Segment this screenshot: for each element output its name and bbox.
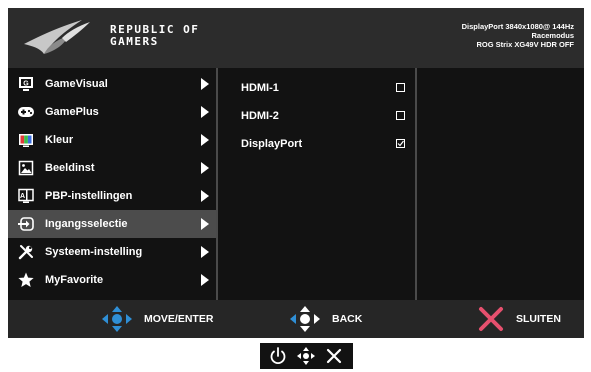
chevron-right-icon [201,162,209,174]
input-icon [18,217,34,231]
option-label: HDMI-1 [241,82,279,94]
option-hdmi-2[interactable]: HDMI-2 [218,102,415,130]
menu-item-kleur[interactable]: Kleur [8,126,216,154]
rog-eye-logo-icon [24,20,90,54]
menu-item-pbp[interactable]: A PBP-instellingen [8,182,216,210]
option-hdmi-1[interactable]: HDMI-1 [218,74,415,102]
chevron-right-icon [201,78,209,90]
joystick-icon[interactable] [296,346,316,366]
menu-label: Kleur [45,134,74,146]
pbp-icon: A [18,188,34,203]
osd-footer: MOVE/ENTER BACK SLUITEN [8,300,584,338]
model-info: ROG Strix XG49V HDR OFF [476,40,574,49]
close-icon[interactable] [324,346,344,366]
svg-text:G: G [23,81,29,88]
option-label: HDMI-2 [241,110,279,122]
checkbox-checked[interactable] [396,139,405,148]
input-submenu: HDMI-1 HDMI-2 DisplayPort [218,68,415,300]
back-label: BACK [332,313,363,325]
menu-item-gameplus[interactable]: GamePlus [8,98,216,126]
osd-window: REPUBLIC OF GAMERS DisplayPort 3840x1080… [8,8,584,338]
color-icon [19,134,33,147]
detail-panel [417,68,584,300]
hardware-keys [260,343,353,369]
menu-item-ingangsselectie[interactable]: Ingangsselectie [8,210,216,238]
menu-label: Systeem-instelling [45,246,143,258]
menu-item-systeem[interactable]: Systeem-instelling [8,238,216,266]
back-hint: BACK [290,300,390,338]
brand-name: REPUBLIC OF GAMERS [110,24,199,48]
chevron-right-icon [201,274,209,286]
main-menu: G GameVisual GamePlus Kleur Beeldinst A … [8,68,216,300]
menu-label: PBP-instellingen [45,190,133,202]
menu-item-beeldinst[interactable]: Beeldinst [8,154,216,182]
mode-info: Racemodus [531,31,574,40]
power-icon[interactable] [268,346,288,366]
menu-label: MyFavorite [45,274,104,286]
gamepad-icon [18,107,34,117]
status-info: DisplayPort 3840x1080@ 144Hz Racemodus R… [462,22,574,49]
option-displayport[interactable]: DisplayPort [218,130,415,158]
menu-item-myfavorite[interactable]: MyFavorite [8,266,216,294]
menu-label: GameVisual [45,78,108,90]
joystick-move-icon [102,306,132,332]
chevron-right-icon [201,246,209,258]
svg-text:A: A [20,193,25,200]
menu-item-gamevisual[interactable]: G GameVisual [8,70,216,98]
chevron-right-icon [201,134,209,146]
close-x-icon [479,307,503,331]
option-label: DisplayPort [241,138,303,150]
tools-icon [18,245,33,260]
signal-info: DisplayPort 3840x1080@ 144Hz [461,22,574,31]
chevron-right-icon [201,218,209,230]
exit-label: SLUITEN [516,313,561,325]
move-enter-hint: MOVE/ENTER [102,300,232,338]
menu-label: Ingangsselectie [45,218,128,230]
menu-label: GamePlus [45,106,99,118]
gamevisual-icon: G [19,77,33,91]
exit-hint: SLUITEN [478,300,578,338]
chevron-right-icon [201,190,209,202]
image-icon [18,160,34,176]
check-icon [397,140,404,147]
brand-line-2: GAMERS [110,35,159,48]
chevron-right-icon [201,106,209,118]
checkbox[interactable] [396,83,405,92]
checkbox[interactable] [396,111,405,120]
osd-header: REPUBLIC OF GAMERS DisplayPort 3840x1080… [8,8,584,68]
joystick-back-icon [290,306,320,332]
star-icon [18,272,34,287]
menu-label: Beeldinst [45,162,95,174]
move-enter-label: MOVE/ENTER [144,313,214,325]
